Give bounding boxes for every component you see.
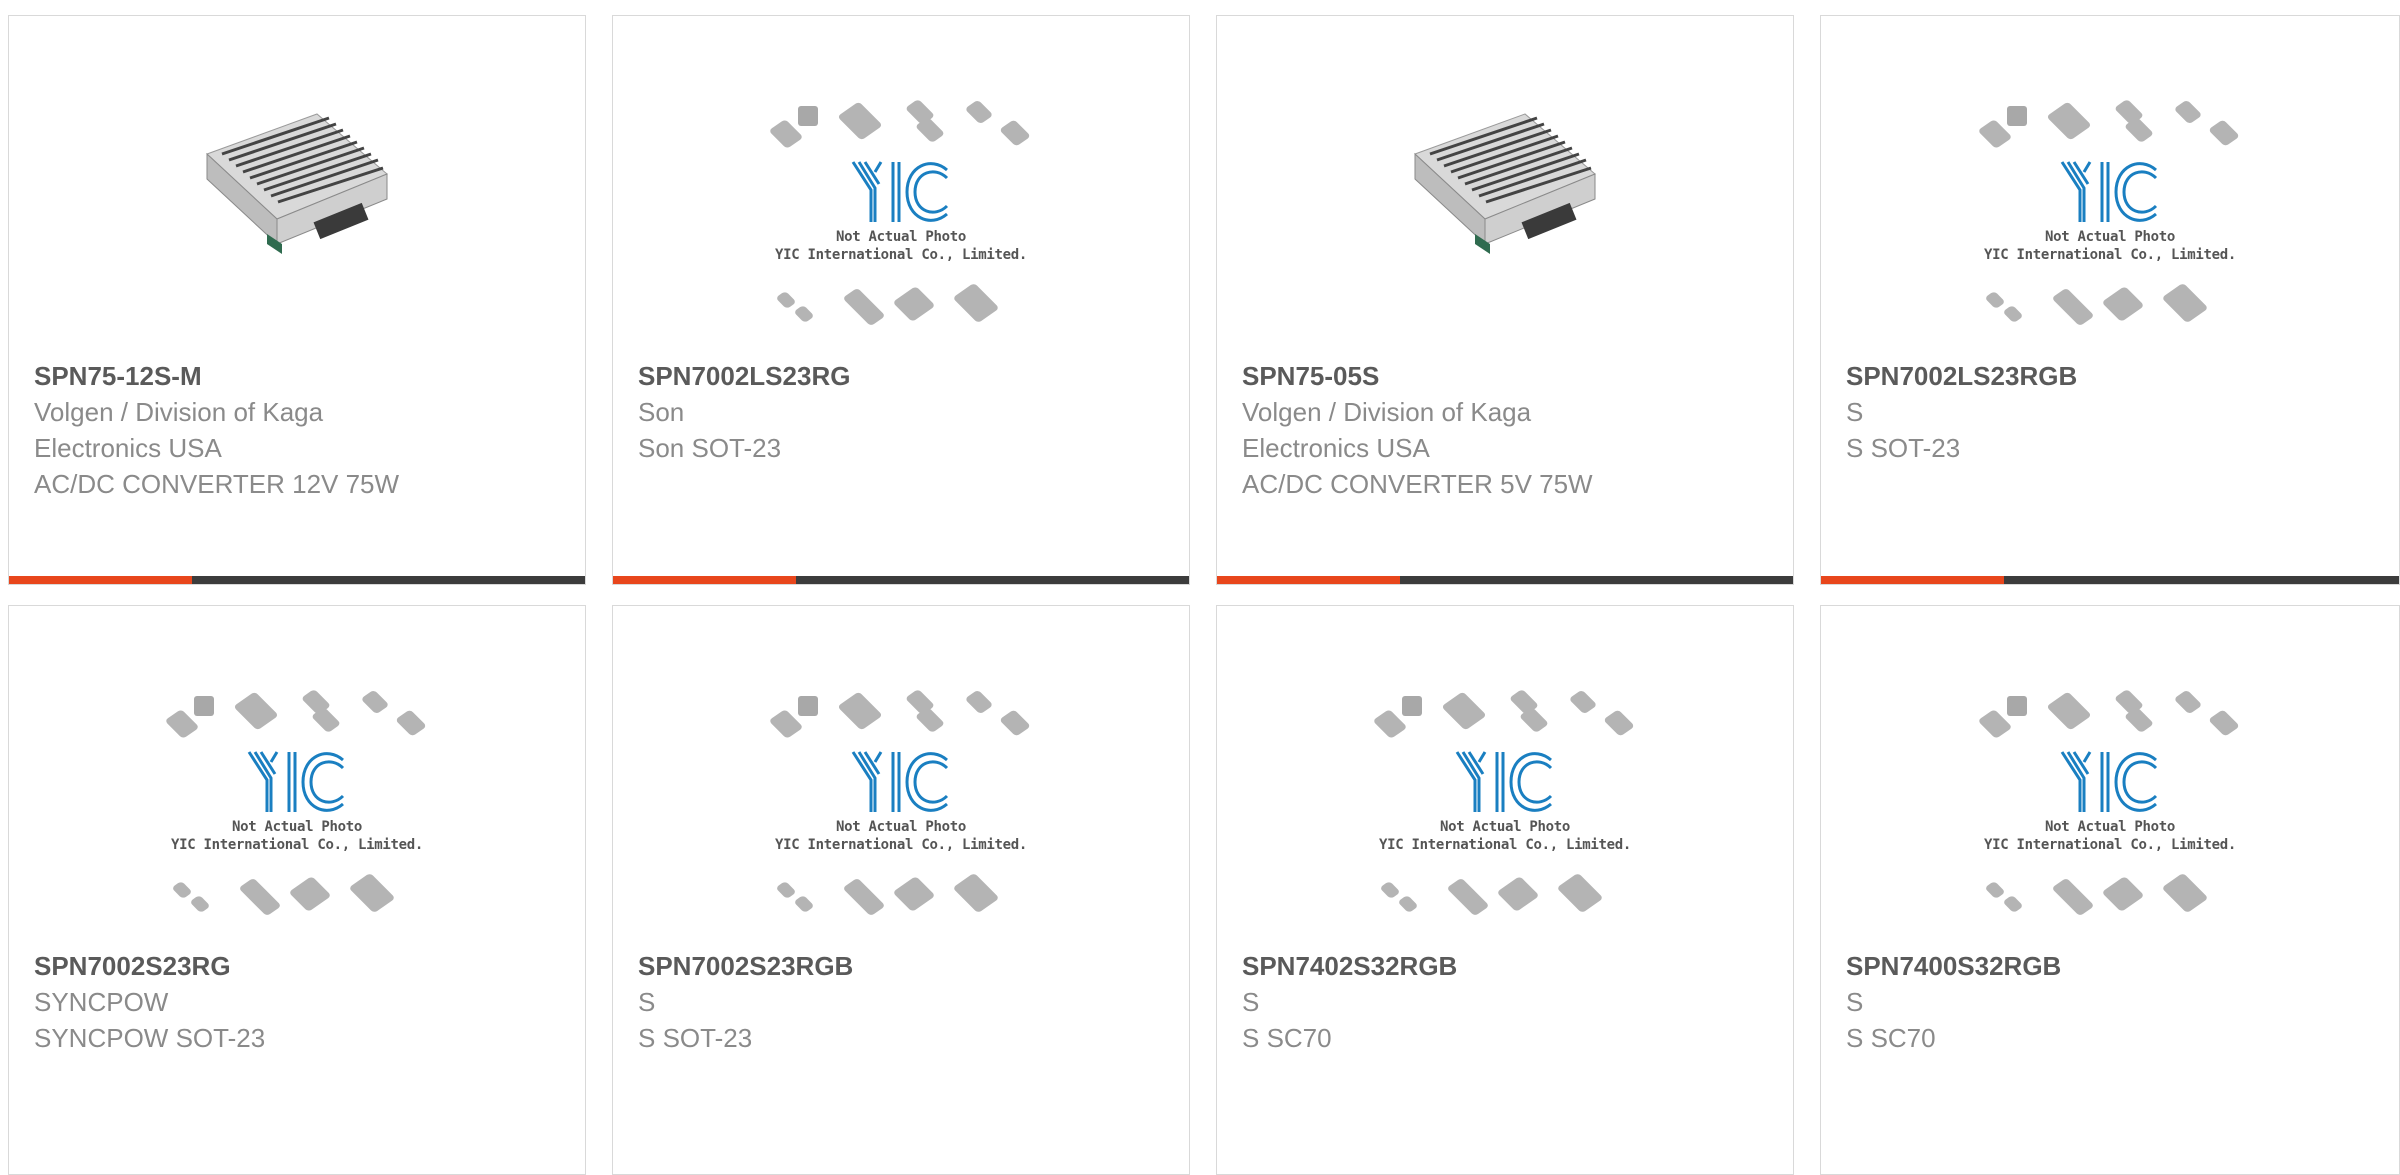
product-image[interactable]: Not Actual Photo YIC International Co., … [9,606,585,956]
power-supply-photo [1414,113,1596,254]
yic-logo-icon [1455,751,1553,812]
placeholder-caption-1: Not Actual Photo [2044,229,2176,245]
card-accent [613,576,796,584]
part-number[interactable]: SPN7002LS23RG [638,358,1169,394]
placeholder-photo: Not Actual Photo YIC International Co., … [768,98,1034,338]
description: AC/DC CONVERTER 5V 75W [1242,469,1593,499]
product-info: SPN75-05S Volgen / Division of Kaga Elec… [1242,358,1773,502]
product-card[interactable]: Not Actual Photo YIC International Co., … [1820,15,2400,585]
product-info: SPN7002S23RG SYNCPOW SYNCPOW SOT-23 [34,948,565,1056]
product-info: SPN7400S32RGB S S SC70 [1846,948,2379,1056]
description: AC/DC CONVERTER 12V 75W [34,469,400,499]
placeholder-caption-2: YIC International Co., Limited. [1984,837,2236,853]
part-number[interactable]: SPN75-12S-M [34,358,565,394]
placeholder-caption-2: YIC International Co., Limited. [775,837,1027,853]
yic-logo-icon [2060,751,2158,812]
part-number[interactable]: SPN75-05S [1242,358,1773,394]
placeholder-caption-2: YIC International Co., Limited. [775,247,1027,263]
placeholder-caption-1: Not Actual Photo [2044,819,2176,835]
placeholder-photo: Not Actual Photo YIC International Co., … [1372,688,1638,928]
product-card[interactable]: Not Actual Photo YIC International Co., … [1216,605,1794,1175]
placeholder-photo: Not Actual Photo YIC International Co., … [1977,688,2243,928]
description: SYNCPOW SOT-23 [34,1023,266,1053]
product-image[interactable] [9,16,585,366]
placeholder-caption-1: Not Actual Photo [835,229,967,245]
product-card[interactable]: Not Actual Photo YIC International Co., … [612,605,1190,1175]
product-image[interactable]: Not Actual Photo YIC International Co., … [613,606,1189,956]
product-card[interactable]: SPN75-05S Volgen / Division of Kaga Elec… [1216,15,1794,585]
manufacturer-line-2: Electronics USA [34,433,222,463]
part-number[interactable]: SPN7002S23RG [34,948,565,984]
product-card[interactable]: Not Actual Photo YIC International Co., … [612,15,1190,585]
card-footer-bar [9,576,585,584]
yic-logo-icon [2060,161,2158,222]
placeholder-caption-1: Not Actual Photo [231,819,363,835]
manufacturer: Volgen / Division of Kaga [1242,397,1532,427]
yic-logo-icon [851,161,949,222]
manufacturer: S [638,987,656,1017]
yic-logo-icon [247,751,345,812]
placeholder-caption-1: Not Actual Photo [1439,819,1571,835]
part-number[interactable]: SPN7002S23RGB [638,948,1169,984]
description: S SOT-23 [638,1023,753,1053]
product-info: SPN7002S23RGB S S SOT-23 [638,948,1169,1056]
manufacturer: S [1846,987,1864,1017]
product-card[interactable]: Not Actual Photo YIC International Co., … [8,605,586,1175]
card-accent [1821,576,2004,584]
product-info: SPN7002LS23RG Son Son SOT-23 [638,358,1169,466]
placeholder-photo: Not Actual Photo YIC International Co., … [1977,98,2243,338]
manufacturer: Volgen / Division of Kaga [34,397,324,427]
card-accent [1217,576,1400,584]
product-info: SPN7402S32RGB S S SC70 [1242,948,1773,1056]
placeholder-caption-2: YIC International Co., Limited. [1984,247,2236,263]
placeholder-caption-2: YIC International Co., Limited. [171,837,423,853]
manufacturer: S [1846,397,1864,427]
product-card[interactable]: SPN75-12S-M Volgen / Division of Kaga El… [8,15,586,585]
product-image[interactable]: Not Actual Photo YIC International Co., … [1821,16,2399,366]
description: S SC70 [1846,1023,1936,1053]
card-footer-bar [1217,576,1793,584]
manufacturer: Son [638,397,685,427]
power-supply-photo [206,113,388,254]
product-info: SPN75-12S-M Volgen / Division of Kaga El… [34,358,565,502]
yic-logo-icon [851,751,949,812]
part-number[interactable]: SPN7002LS23RGB [1846,358,2379,394]
placeholder-photo: Not Actual Photo YIC International Co., … [768,688,1034,928]
card-footer-bar [613,576,1189,584]
placeholder-photo: Not Actual Photo YIC International Co., … [164,688,430,928]
placeholder-caption-2: YIC International Co., Limited. [1379,837,1631,853]
product-image[interactable]: Not Actual Photo YIC International Co., … [613,16,1189,366]
description: Son SOT-23 [638,433,782,463]
product-card[interactable]: Not Actual Photo YIC International Co., … [1820,605,2400,1175]
product-image[interactable]: Not Actual Photo YIC International Co., … [1217,606,1793,956]
product-image[interactable] [1217,16,1793,366]
description: S SC70 [1242,1023,1332,1053]
placeholder-caption-1: Not Actual Photo [835,819,967,835]
manufacturer: SYNCPOW [34,987,169,1017]
manufacturer: S [1242,987,1260,1017]
card-accent [9,576,192,584]
part-number[interactable]: SPN7402S32RGB [1242,948,1773,984]
part-number[interactable]: SPN7400S32RGB [1846,948,2379,984]
product-info: SPN7002LS23RGB S S SOT-23 [1846,358,2379,466]
product-image[interactable]: Not Actual Photo YIC International Co., … [1821,606,2399,956]
card-footer-bar [1821,576,2399,584]
manufacturer-line-2: Electronics USA [1242,433,1430,463]
description: S SOT-23 [1846,433,1961,463]
